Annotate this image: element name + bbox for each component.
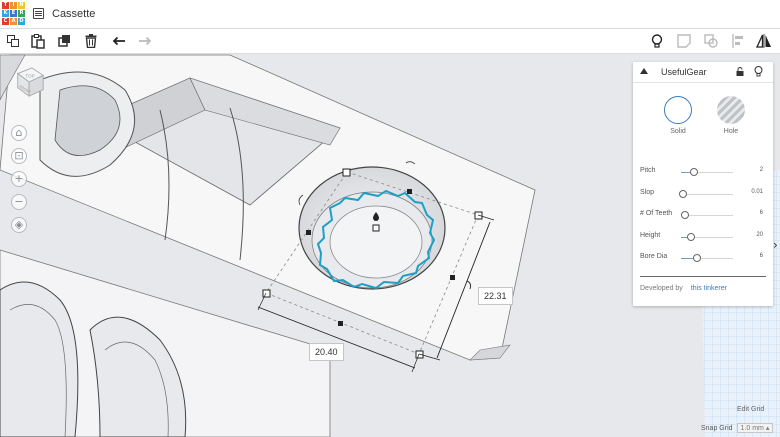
param-label: # Of Teeth	[640, 210, 673, 217]
param-slider-knob[interactable]	[693, 254, 701, 262]
bulb-icon[interactable]	[754, 66, 763, 77]
param-slider-knob[interactable]	[687, 233, 695, 241]
group-icon	[704, 34, 718, 48]
depth-dimension-label[interactable]: 22.31	[478, 287, 513, 305]
logo-letter: D	[18, 18, 25, 25]
top-bar: T I N K E R C A D Cassette	[0, 0, 780, 29]
group-button[interactable]	[703, 33, 719, 49]
corner-handle[interactable]	[262, 289, 271, 298]
perspective-icon: ◈	[14, 218, 24, 231]
param-label: Slop	[640, 189, 655, 196]
param-slider-knob[interactable]	[679, 190, 687, 198]
edge-handle[interactable]	[407, 189, 412, 194]
inspector-header: UsefulGear	[633, 62, 773, 83]
edge-handle[interactable]	[338, 321, 343, 326]
logo-letter: A	[10, 18, 17, 25]
home-icon: ⌂	[15, 126, 23, 139]
edge-handle[interactable]	[306, 230, 311, 235]
param-label: Bore Dia	[640, 253, 668, 260]
edit-grid-button[interactable]: Edit Grid	[737, 406, 764, 413]
logo-letter: T	[2, 2, 9, 9]
developer-link[interactable]: this tinkerer	[691, 285, 727, 292]
logo-letter: K	[2, 10, 9, 17]
lock-icon[interactable]	[736, 67, 744, 76]
show-all-button[interactable]	[649, 33, 665, 49]
param-value[interactable]: 6	[760, 253, 763, 259]
tinkercad-logo[interactable]: T I N K E R C A D	[2, 2, 25, 25]
logo-letter: C	[2, 18, 9, 25]
paste-icon	[31, 33, 45, 49]
note-icon	[677, 34, 691, 48]
fit-icon: ⊡	[14, 149, 24, 162]
plus-icon: +	[14, 172, 24, 185]
fit-view-button[interactable]: ⊡	[11, 148, 27, 164]
param-label: Pitch	[640, 167, 656, 174]
param-row-height: Height 20	[633, 230, 773, 244]
paste-button[interactable]	[30, 33, 46, 49]
notes-button[interactable]	[676, 33, 692, 49]
duplicate-button[interactable]	[57, 33, 73, 49]
view-cube[interactable]: TOP FRONT	[14, 66, 46, 98]
shape-inspector-panel: UsefulGear Solid Hole Pitch 2 Slop 0.01 …	[633, 62, 773, 306]
height-handle[interactable]	[372, 224, 380, 232]
param-slider-track[interactable]	[681, 194, 733, 195]
copy-icon	[7, 35, 19, 47]
param-row-bore-dia: Bore Dia 6	[633, 251, 773, 265]
hole-label: Hole	[723, 128, 739, 135]
design-title[interactable]: Cassette	[52, 8, 95, 20]
redo-arrow-icon	[139, 36, 152, 46]
edge-handle[interactable]	[450, 275, 455, 280]
undo-button[interactable]	[111, 33, 127, 49]
align-icon	[732, 34, 743, 48]
undo-arrow-icon	[112, 36, 125, 46]
corner-handle[interactable]	[342, 168, 351, 177]
redo-button[interactable]	[137, 33, 153, 49]
snap-grid-select[interactable]: 1.0 mm ▴	[736, 423, 774, 433]
align-button[interactable]	[730, 33, 746, 49]
param-slider-knob[interactable]	[681, 211, 689, 219]
snap-grid-label: Snap Grid	[701, 425, 733, 432]
param-row-pitch: Pitch 2	[633, 165, 773, 179]
developer-label: Developed by	[640, 285, 683, 292]
solid-label: Solid	[670, 128, 686, 135]
chevron-right-icon[interactable]: ›	[773, 238, 778, 252]
panel-divider	[640, 276, 766, 277]
logo-letter: N	[18, 2, 25, 9]
param-slider-fill	[681, 258, 693, 259]
param-value[interactable]: 6	[760, 210, 763, 216]
logo-letter: E	[10, 10, 17, 17]
duplicate-icon	[58, 35, 70, 47]
bulb-icon	[651, 33, 663, 48]
zoom-out-button[interactable]: −	[11, 194, 27, 210]
param-value[interactable]: 2	[760, 167, 763, 173]
param-row-slop: Slop 0.01	[633, 187, 773, 201]
developer-credit: Developed by this tinkerer	[640, 285, 727, 292]
mirror-icon	[756, 34, 771, 48]
delete-button[interactable]	[83, 33, 99, 49]
solid-option[interactable]	[664, 96, 692, 124]
width-dimension-label[interactable]: 20.40	[309, 343, 344, 361]
param-slider-knob[interactable]	[690, 168, 698, 176]
collapse-caret-icon[interactable]	[640, 68, 648, 74]
snap-grid-control: Snap Grid 1.0 mm ▴	[701, 423, 774, 433]
param-label: Height	[640, 232, 661, 239]
zoom-in-button[interactable]: +	[11, 171, 27, 187]
edit-toolbar	[0, 29, 780, 54]
copy-button[interactable]	[5, 33, 21, 49]
hole-option[interactable]	[717, 96, 745, 124]
perspective-button[interactable]: ◈	[11, 217, 27, 233]
home-view-button[interactable]: ⌂	[11, 125, 27, 141]
param-row-teeth: # Of Teeth 6	[633, 208, 773, 222]
param-value[interactable]: 0.01	[751, 189, 763, 195]
mirror-button[interactable]	[756, 33, 772, 49]
view-cube-top-label: TOP	[25, 73, 35, 78]
logo-letter: R	[18, 10, 25, 17]
param-value[interactable]: 20	[756, 232, 763, 238]
shape-name[interactable]: UsefulGear	[661, 67, 707, 77]
trash-icon	[85, 34, 97, 48]
design-list-icon[interactable]	[33, 8, 44, 19]
logo-letter: I	[10, 2, 17, 9]
minus-icon: −	[14, 195, 24, 208]
